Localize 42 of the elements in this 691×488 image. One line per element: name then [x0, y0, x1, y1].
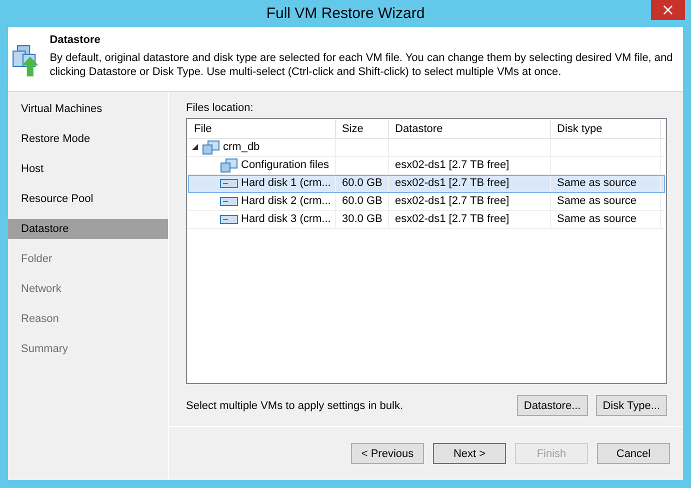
datastore-cell: esx02-ds1 [2.7 TB free]	[395, 213, 510, 225]
datastore-cell: esx02-ds1 [2.7 TB free]	[395, 177, 510, 189]
close-button[interactable]: ×	[651, 0, 685, 20]
sidebar-item[interactable]: Resource Pool	[8, 189, 168, 209]
table-row[interactable]: Hard disk 1 (crm... 60.0 GB esx02-ds1 [2.7 TB free] Same as source	[188, 175, 665, 193]
bulk-button[interactable]: Datastore...	[516, 395, 588, 416]
wizard-button[interactable]: Cancel	[597, 443, 670, 464]
sidebar-item[interactable]: Virtual Machines	[8, 99, 168, 119]
file-name: Hard disk 1 (crm...	[241, 176, 331, 191]
file-name: Configuration files	[241, 158, 330, 173]
size-cell: 60.0 GB	[342, 195, 382, 207]
column-header[interactable]: Disk type	[551, 120, 661, 138]
column-header[interactable]: File	[188, 120, 336, 138]
table-row[interactable]: Hard disk 2 (crm... 60.0 GB esx02-ds1 [2.7 TB free] Same as source	[188, 193, 665, 211]
datastore-cell: esx02-ds1 [2.7 TB free]	[395, 159, 510, 171]
bulk-button[interactable]: Disk Type...	[596, 395, 667, 416]
column-header[interactable]: Datastore	[389, 120, 551, 138]
wizard-button[interactable]: < Previous	[351, 443, 424, 464]
table-row[interactable]: crm_db	[188, 139, 665, 157]
step-description: By default, original datastore and disk type are selected for each VM file. You can change them by selecting desired VM file, and clicking Datastore or Disk Type. Use multi-select (Ctrl-click and Shift-click) to select multiple VMs at once.	[50, 51, 674, 79]
table-row[interactable]: Hard disk 3 (crm... 30.0 GB esx02-ds1 [2.7 TB free] Same as source	[188, 211, 665, 229]
vm-icon	[220, 158, 238, 173]
size-cell: 60.0 GB	[342, 177, 382, 189]
file-name: Hard disk 2 (crm...	[241, 194, 331, 209]
files-location-label: Files location:	[186, 102, 254, 114]
sidebar-item[interactable]: Restore Mode	[8, 129, 168, 149]
disk-type-cell: Same as source	[557, 213, 636, 225]
file-name: crm_db	[223, 140, 260, 155]
datastore-cell: esx02-ds1 [2.7 TB free]	[395, 195, 510, 207]
step-title: Datastore	[50, 34, 102, 46]
column-header[interactable]: Size	[336, 120, 389, 138]
size-cell: 30.0 GB	[342, 213, 382, 225]
window-title: Full VM Restore Wizard	[266, 5, 425, 22]
wizard-button[interactable]: Next >	[433, 443, 506, 464]
sidebar-item[interactable]: Host	[8, 159, 168, 179]
vm-icon	[202, 140, 220, 155]
expand-icon[interactable]	[192, 144, 199, 151]
disk-type-cell: Same as source	[557, 177, 636, 189]
file-name: Hard disk 3 (crm...	[241, 212, 331, 227]
bulk-hint: Select multiple VMs to apply settings in bulk.	[186, 400, 404, 412]
disk-type-cell: Same as source	[557, 195, 636, 207]
sidebar-item[interactable]: Datastore	[8, 219, 168, 239]
